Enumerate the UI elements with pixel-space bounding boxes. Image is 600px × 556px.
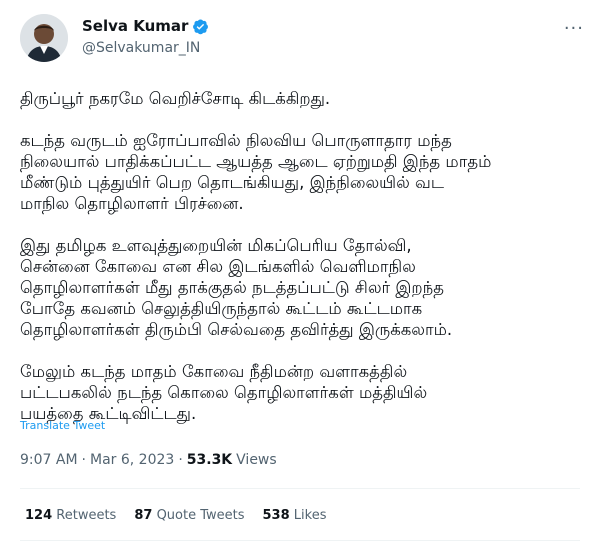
tweet-paragraph: கடந்த வருடம் ஐரோப்பாவில் நிலவிய பொருளாதா…	[20, 131, 492, 213]
views-count[interactable]: 53.3K	[187, 452, 232, 468]
tweet-paragraph: இது தமிழக உளவுத்துறையின் மிகப்பெரிய தோல்…	[20, 236, 453, 339]
author-name-row[interactable]: Selva Kumar	[82, 17, 209, 35]
quotes-count: 87	[134, 508, 153, 523]
tweet-meta: 9:07 AM · Mar 6, 2023 · 53.3K Views	[20, 452, 277, 468]
author-handle[interactable]: @Selvakumar_IN	[82, 40, 200, 56]
verified-badge-icon	[192, 18, 209, 35]
translate-tweet-link[interactable]: Translate Tweet	[20, 419, 105, 432]
tweet-text: திருப்பூர் நகரமே வெறிச்சோடி கிடக்கிறது. …	[20, 88, 585, 424]
divider	[20, 488, 580, 489]
retweets-stat[interactable]: 124 Retweets	[25, 508, 116, 523]
engagement-stats: 124 Retweets 87 Quote Tweets 538 Likes	[25, 508, 327, 523]
divider	[20, 540, 580, 541]
likes-label: Likes	[293, 508, 327, 523]
tweet-card: Selva Kumar @Selvakumar_IN ··· திருப்பூர…	[0, 0, 600, 556]
tweet-date[interactable]: Mar 6, 2023	[90, 452, 174, 468]
quotes-label: Quote Tweets	[156, 508, 245, 523]
tweet-time[interactable]: 9:07 AM	[20, 452, 78, 468]
separator-dot: ·	[81, 452, 86, 468]
views-label: Views	[236, 452, 277, 468]
profile-photo	[20, 14, 68, 62]
retweets-count: 124	[25, 508, 53, 523]
likes-count: 538	[262, 508, 290, 523]
author-display-name[interactable]: Selva Kumar	[82, 17, 188, 35]
likes-stat[interactable]: 538 Likes	[263, 508, 327, 523]
quote-tweets-stat[interactable]: 87 Quote Tweets	[134, 508, 244, 523]
retweets-label: Retweets	[56, 508, 117, 523]
separator-dot: ·	[178, 452, 183, 468]
more-options-icon[interactable]: ···	[564, 18, 584, 39]
tweet-paragraph: மேலும் கடந்த மாதம் கோவை நீதிமன்ற வளாகத்த…	[20, 362, 428, 423]
avatar[interactable]	[20, 14, 68, 62]
tweet-paragraph: திருப்பூர் நகரமே வெறிச்சோடி கிடக்கிறது.	[20, 89, 331, 108]
